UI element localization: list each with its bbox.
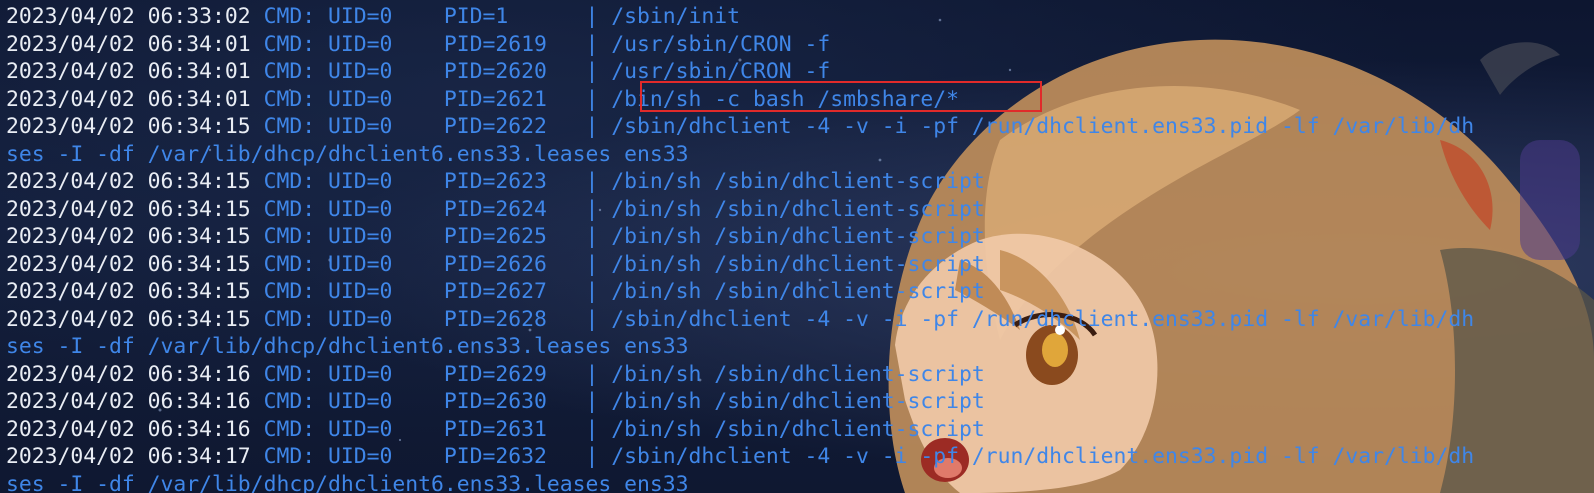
log-command: CMD: UID=0 PID=2623 | /bin/sh /sbin/dhcl…	[250, 169, 985, 194]
log-command: CMD: UID=0 PID=2626 | /bin/sh /sbin/dhcl…	[250, 251, 985, 277]
log-command: CMD: UID=0 PID=2632 | /sbin/dhclient -4 …	[250, 444, 1475, 469]
log-line: 2023/04/02 06:34:15 CMD: UID=0 PID=2622 …	[6, 113, 1594, 141]
log-timestamp: 2023/04/02 06:34:16	[6, 389, 251, 414]
log-command: CMD: UID=0 PID=1 | /sbin/init	[250, 4, 741, 29]
log-timestamp: 2023/04/02 06:34:16	[6, 361, 251, 387]
log-command: CMD: UID=0 PID=2624 | /bin/sh /sbin/dhcl…	[250, 196, 985, 222]
log-line: 2023/04/02 06:34:15 CMD: UID=0 PID=2626 …	[6, 251, 1594, 279]
process-log: 2023/04/02 06:33:02 CMD: UID=0 PID=1 | /…	[6, 3, 1594, 493]
log-line-continuation: ses -I -df /var/lib/dhcp/dhclient6.ens33…	[6, 141, 1594, 169]
log-command: ses -I -df /var/lib/dhcp/dhclient6.ens33…	[6, 141, 689, 167]
log-line: 2023/04/02 06:34:15 CMD: UID=0 PID=2625 …	[6, 223, 1594, 251]
log-timestamp: 2023/04/02 06:34:15	[6, 196, 251, 222]
log-line: 2023/04/02 06:34:15 CMD: UID=0 PID=2627 …	[6, 278, 1594, 306]
log-timestamp: 2023/04/02 06:34:17	[6, 444, 251, 469]
log-timestamp: 2023/04/02 06:34:01	[6, 31, 251, 57]
log-line: 2023/04/02 06:34:15 CMD: UID=0 PID=2623 …	[6, 168, 1594, 196]
log-command: ses -I -df /var/lib/dhcp/dhclient6.ens33…	[6, 471, 689, 493]
log-command: CMD: UID=0 PID=2628 | /sbin/dhclient -4 …	[250, 306, 1475, 332]
log-line: 2023/04/02 06:34:16 CMD: UID=0 PID=2629 …	[6, 361, 1594, 389]
log-timestamp: 2023/04/02 06:34:15	[6, 279, 251, 304]
log-line-continuation: ses -I -df /var/lib/dhcp/dhclient6.ens33…	[6, 333, 1594, 361]
log-timestamp: 2023/04/02 06:34:01	[6, 59, 251, 84]
log-command: CMD: UID=0 PID=2630 | /bin/sh /sbin/dhcl…	[250, 389, 985, 414]
log-line: 2023/04/02 06:34:16 CMD: UID=0 PID=2630 …	[6, 388, 1594, 416]
log-timestamp: 2023/04/02 06:34:15	[6, 306, 251, 332]
log-line: 2023/04/02 06:34:15 CMD: UID=0 PID=2624 …	[6, 196, 1594, 224]
log-timestamp: 2023/04/02 06:34:01	[6, 86, 251, 112]
log-command: CMD: UID=0 PID=2627 | /bin/sh /sbin/dhcl…	[250, 279, 985, 304]
log-line: 2023/04/02 06:34:16 CMD: UID=0 PID=2631 …	[6, 416, 1594, 444]
log-command: CMD: UID=0 PID=2622 | /sbin/dhclient -4 …	[250, 114, 1475, 139]
log-timestamp: 2023/04/02 06:34:15	[6, 251, 251, 277]
log-command: CMD: UID=0 PID=2631 | /bin/sh /sbin/dhcl…	[250, 416, 985, 442]
log-timestamp: 2023/04/02 06:34:15	[6, 169, 251, 194]
log-command: CMD: UID=0 PID=2625 | /bin/sh /sbin/dhcl…	[250, 224, 985, 249]
log-line: 2023/04/02 06:34:15 CMD: UID=0 PID=2628 …	[6, 306, 1594, 334]
log-timestamp: 2023/04/02 06:33:02	[6, 4, 251, 29]
annotation-highlight-box	[640, 81, 1042, 112]
log-command: CMD: UID=0 PID=2619 | /usr/sbin/CRON -f	[250, 31, 831, 57]
log-timestamp: 2023/04/02 06:34:15	[6, 114, 251, 139]
log-command: CMD: UID=0 PID=2629 | /bin/sh /sbin/dhcl…	[250, 361, 985, 387]
log-timestamp: 2023/04/02 06:34:16	[6, 416, 251, 442]
log-timestamp: 2023/04/02 06:34:15	[6, 224, 251, 249]
log-line-continuation: ses -I -df /var/lib/dhcp/dhclient6.ens33…	[6, 471, 1594, 493]
log-line: 2023/04/02 06:34:17 CMD: UID=0 PID=2632 …	[6, 443, 1594, 471]
terminal-window[interactable]: 2023/04/02 06:33:02 CMD: UID=0 PID=1 | /…	[0, 0, 1594, 493]
log-line: 2023/04/02 06:34:01 CMD: UID=0 PID=2619 …	[6, 31, 1594, 59]
log-line: 2023/04/02 06:33:02 CMD: UID=0 PID=1 | /…	[6, 3, 1594, 31]
log-command: ses -I -df /var/lib/dhcp/dhclient6.ens33…	[6, 334, 689, 359]
